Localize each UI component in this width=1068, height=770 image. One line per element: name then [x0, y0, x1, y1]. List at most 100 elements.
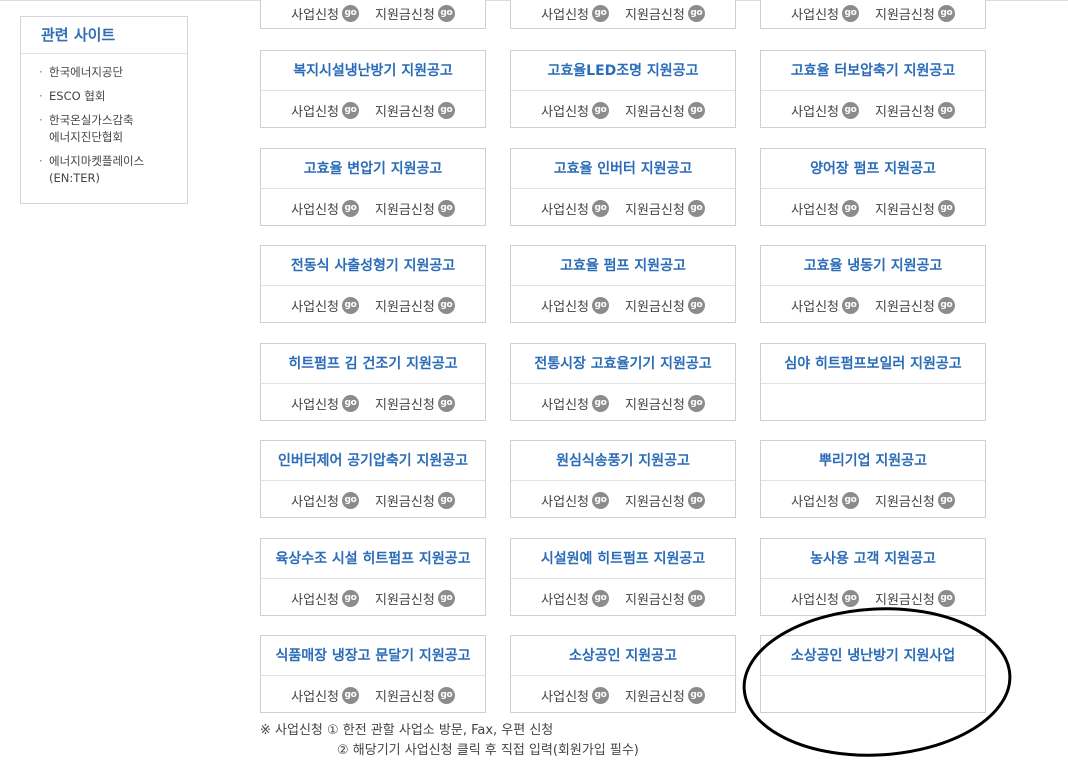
subsidy-apply-button[interactable]: 지원금신청 go	[375, 199, 455, 218]
program-title-link[interactable]: 소상공인 냉난방기 지원사업	[761, 636, 985, 676]
program-title-link[interactable]: 고효율 냉동기 지원공고	[761, 246, 985, 286]
program-title-link[interactable]: 복지시설냉난방기 지원공고	[261, 51, 485, 91]
business-apply-button[interactable]: 사업신청 go	[791, 589, 860, 608]
business-apply-button[interactable]: 사업신청 go	[541, 296, 610, 315]
subsidy-apply-button[interactable]: 지원금신청 go	[375, 686, 455, 705]
subsidy-apply-button[interactable]: 지원금신청 go	[375, 4, 455, 23]
related-site-link[interactable]: 에너지마켓플레이스 (EN:TER)	[21, 153, 187, 187]
business-apply-button[interactable]: 사업신청 go	[541, 199, 610, 218]
go-icon: go	[592, 5, 610, 22]
program-card: 육상수조 시설 히트펌프 지원공고사업신청 go 지원금신청 go	[260, 538, 486, 616]
program-card: 전통시장 고효율기기 지원공고사업신청 go 지원금신청 go	[510, 343, 736, 421]
subsidy-apply-button[interactable]: 지원금신청 go	[625, 199, 705, 218]
business-apply-button[interactable]: 사업신청 go	[541, 101, 610, 120]
program-title-link[interactable]: 전통시장 고효율기기 지원공고	[511, 344, 735, 384]
program-title-link[interactable]: 소상공인 지원공고	[511, 636, 735, 676]
business-apply-button[interactable]: 사업신청 go	[291, 101, 360, 120]
related-site-label: 에너지마켓플레이스	[49, 154, 145, 168]
program-title-link[interactable]: 고효율 변압기 지원공고	[261, 149, 485, 189]
go-icon: go	[937, 491, 955, 509]
program-title-link[interactable]: 인버터제어 공기압축기 지원공고	[261, 441, 485, 481]
go-icon: go	[937, 199, 955, 217]
program-actions: 사업신청 go 지원금신청 go	[261, 286, 485, 324]
program-card: 고효율 변압기 지원공고사업신청 go 지원금신청 go	[260, 148, 486, 226]
business-apply-button[interactable]: 사업신청 go	[291, 296, 360, 315]
program-title-link[interactable]: 뿌리기업 지원공고	[761, 441, 985, 481]
related-site-link[interactable]: ESCO 협회	[21, 88, 187, 105]
subsidy-apply-button[interactable]: 지원금신청 go	[875, 4, 955, 23]
subsidy-apply-button[interactable]: 지원금신청 go	[625, 4, 705, 23]
business-apply-button[interactable]: 사업신청 go	[291, 686, 360, 705]
program-title-link[interactable]: 전동식 사출성형기 지원공고	[261, 246, 485, 286]
program-title-link[interactable]: 원심식송풍기 지원공고	[511, 441, 735, 481]
subsidy-apply-button[interactable]: 지원금신청 go	[375, 296, 455, 315]
business-apply-label: 사업신청	[541, 8, 590, 23]
go-icon: go	[592, 199, 610, 217]
subsidy-apply-button[interactable]: 지원금신청 go	[375, 394, 455, 413]
business-apply-button[interactable]: 사업신청 go	[541, 686, 610, 705]
go-icon: go	[687, 5, 705, 22]
subsidy-apply-button[interactable]: 지원금신청 go	[875, 589, 955, 608]
business-apply-label: 사업신청	[291, 397, 340, 413]
program-title-link[interactable]: 히트펌프 김 건조기 지원공고	[261, 344, 485, 384]
program-title-link[interactable]: 고효율 터보압축기 지원공고	[761, 51, 985, 91]
program-title-link[interactable]: 고효율LED조명 지원공고	[511, 51, 735, 91]
program-title-link[interactable]: 심야 히트펌프보일러 지원공고	[761, 344, 985, 384]
go-icon: go	[342, 199, 360, 217]
business-apply-button[interactable]: 사업신청 go	[291, 589, 360, 608]
program-card: 고효율 냉동기 지원공고사업신청 go 지원금신청 go	[760, 245, 986, 323]
business-apply-button[interactable]: 사업신청 go	[541, 491, 610, 510]
subsidy-apply-button[interactable]: 지원금신청 go	[625, 589, 705, 608]
related-site-link[interactable]: 한국에너지공단	[21, 64, 187, 81]
program-actions: 사업신청 go 지원금신청 go	[511, 481, 735, 519]
business-apply-button[interactable]: 사업신청 go	[791, 101, 860, 120]
subsidy-apply-button[interactable]: 지원금신청 go	[625, 101, 705, 120]
go-icon: go	[437, 296, 455, 314]
program-card: 전동식 사출성형기 지원공고사업신청 go 지원금신청 go	[260, 245, 486, 323]
business-apply-button[interactable]: 사업신청 go	[791, 296, 860, 315]
program-title-link[interactable]: 시설원예 히트펌프 지원공고	[511, 539, 735, 579]
business-apply-button[interactable]: 사업신청 go	[541, 589, 610, 608]
subsidy-apply-button[interactable]: 지원금신청 go	[875, 491, 955, 510]
related-site-label: 에너지진단협회	[49, 130, 124, 144]
subsidy-apply-button[interactable]: 지원금신청 go	[875, 101, 955, 120]
subsidy-apply-button[interactable]: 지원금신청 go	[625, 491, 705, 510]
go-icon: go	[842, 296, 860, 314]
subsidy-apply-button[interactable]: 지원금신청 go	[625, 394, 705, 413]
subsidy-apply-button[interactable]: 지원금신청 go	[375, 589, 455, 608]
business-apply-button[interactable]: 사업신청 go	[291, 4, 360, 23]
related-sites-list: 한국에너지공단 ESCO 협회한국온실가스감축에너지진단협회에너지마켓플레이스 (E…	[21, 54, 187, 187]
subsidy-apply-button[interactable]: 지원금신청 go	[625, 296, 705, 315]
subsidy-apply-button[interactable]: 지원금신청 go	[875, 296, 955, 315]
business-apply-button[interactable]: 사업신청 go	[291, 491, 360, 510]
subsidy-apply-label: 지원금신청	[875, 104, 935, 120]
business-apply-label: 사업신청	[791, 494, 840, 510]
program-title-link[interactable]: 고효율 펌프 지원공고	[511, 246, 735, 286]
go-icon: go	[342, 5, 360, 22]
business-apply-button[interactable]: 사업신청 go	[541, 4, 610, 23]
program-title-link[interactable]: 농사용 고객 지원공고	[761, 539, 985, 579]
business-apply-button[interactable]: 사업신청 go	[791, 4, 860, 23]
go-icon: go	[592, 491, 610, 509]
go-icon: go	[937, 101, 955, 119]
business-apply-label: 사업신청	[541, 202, 590, 218]
business-apply-button[interactable]: 사업신청 go	[791, 491, 860, 510]
business-apply-button[interactable]: 사업신청 go	[791, 199, 860, 218]
go-icon: go	[937, 5, 955, 22]
program-title-link[interactable]: 고효율 인버터 지원공고	[511, 149, 735, 189]
program-title-link[interactable]: 양어장 펌프 지원공고	[761, 149, 985, 189]
subsidy-apply-button[interactable]: 지원금신청 go	[375, 101, 455, 120]
subsidy-apply-label: 지원금신청	[625, 494, 685, 510]
business-apply-button[interactable]: 사업신청 go	[541, 394, 610, 413]
subsidy-apply-button[interactable]: 지원금신청 go	[875, 199, 955, 218]
program-actions: 사업신청 go 지원금신청 go	[761, 286, 985, 324]
business-apply-button[interactable]: 사업신청 go	[291, 199, 360, 218]
subsidy-apply-label: 지원금신청	[375, 104, 435, 120]
subsidy-apply-button[interactable]: 지원금신청 go	[625, 686, 705, 705]
go-icon: go	[437, 491, 455, 509]
business-apply-button[interactable]: 사업신청 go	[291, 394, 360, 413]
program-title-link[interactable]: 식품매장 냉장고 문달기 지원공고	[261, 636, 485, 676]
subsidy-apply-button[interactable]: 지원금신청 go	[375, 491, 455, 510]
program-title-link[interactable]: 육상수조 시설 히트펌프 지원공고	[261, 539, 485, 579]
related-site-link[interactable]: 한국온실가스감축에너지진단협회	[21, 112, 187, 146]
